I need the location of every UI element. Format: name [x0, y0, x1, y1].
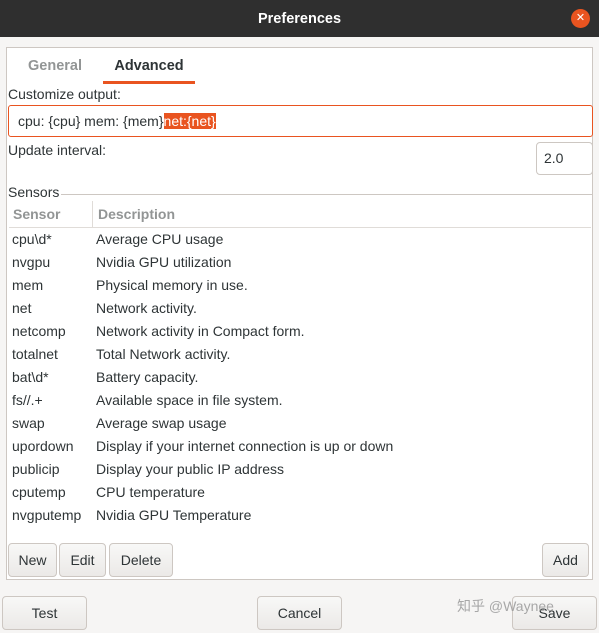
- table-row[interactable]: nvgpu Nvidia GPU utilization: [9, 251, 591, 274]
- sensor-name-cell: net: [12, 300, 32, 316]
- customize-output-label: Customize output:: [8, 86, 121, 102]
- sensor-name-cell: cpu\d*: [12, 231, 52, 247]
- delete-sensor-button[interactable]: Delete: [109, 543, 173, 577]
- add-sensor-button[interactable]: Add: [542, 543, 589, 577]
- sensor-description-cell: Display your public IP address: [96, 461, 285, 477]
- table-row[interactable]: swap Average swap usage: [9, 412, 591, 435]
- sensor-description-cell: Total Network activity.: [96, 346, 231, 362]
- tab-bar: General Advanced: [7, 48, 592, 84]
- table-row[interactable]: bat\d* Battery capacity.: [9, 366, 591, 389]
- watermark: 知乎 @Waynee: [457, 598, 554, 614]
- sensor-description-cell: Nvidia GPU Temperature: [96, 507, 252, 523]
- title-bar: Preferences ✕: [0, 0, 599, 37]
- window-title: Preferences: [257, 10, 342, 27]
- column-header-sensor[interactable]: Sensor: [13, 201, 93, 227]
- tab-advanced[interactable]: Advanced: [103, 48, 195, 84]
- sensor-name-cell: netcomp: [12, 323, 66, 339]
- table-row[interactable]: fs//.+ Available space in file system.: [9, 389, 591, 412]
- tab-general[interactable]: General: [17, 48, 93, 84]
- table-row[interactable]: nvgputemp Nvidia GPU Temperature: [9, 504, 591, 527]
- sensor-description-cell: Display if your internet connection is u…: [96, 438, 394, 454]
- update-interval-label: Update interval:: [8, 142, 107, 158]
- sensor-description-cell: Battery capacity.: [96, 369, 199, 385]
- sensor-description-cell: Network activity.: [96, 300, 197, 316]
- sensor-name-cell: swap: [12, 415, 45, 431]
- table-row[interactable]: cpu\d* Average CPU usage: [9, 228, 591, 251]
- customize-output-input[interactable]: cpu: {cpu} mem: {mem}net:{net}: [8, 105, 593, 137]
- sensor-name-cell: nvgpu: [12, 254, 51, 270]
- sensor-name-cell: nvgputemp: [12, 507, 82, 523]
- preferences-panel: General Advanced Customize output: cpu: …: [6, 47, 593, 580]
- sensor-description-cell: Average CPU usage: [96, 231, 224, 247]
- output-selected-text: net:{net}: [163, 113, 216, 129]
- sensor-name-cell: upordown: [12, 438, 74, 454]
- sensor-description-cell: Nvidia GPU utilization: [96, 254, 232, 270]
- sensors-rows: cpu\d* Average CPU usage nvgpu Nvidia GPU u…: [9, 228, 591, 527]
- sensor-name-cell: cputemp: [12, 484, 66, 500]
- table-row[interactable]: netcomp Network activity in Compact form.: [9, 320, 591, 343]
- sensor-description-cell: Physical memory in use.: [96, 277, 248, 293]
- new-sensor-button[interactable]: New: [8, 543, 57, 577]
- test-button[interactable]: Test: [2, 596, 87, 630]
- close-icon[interactable]: ✕: [571, 9, 590, 28]
- table-row[interactable]: cputemp CPU temperature: [9, 481, 591, 504]
- sensor-name-cell: bat\d*: [12, 369, 49, 385]
- column-header-description[interactable]: Description: [98, 201, 175, 227]
- sensor-description-cell: Average swap usage: [96, 415, 227, 431]
- sensor-description-cell: Network activity in Compact form.: [96, 323, 305, 339]
- sensor-name-cell: totalnet: [12, 346, 58, 362]
- update-interval-input[interactable]: 2.0: [536, 142, 593, 175]
- sensor-name-cell: mem: [12, 277, 44, 293]
- sensor-name-cell: fs//.+: [12, 392, 43, 408]
- cancel-button[interactable]: Cancel: [257, 596, 342, 630]
- sensor-description-cell: Available space in file system.: [96, 392, 283, 408]
- edit-sensor-button[interactable]: Edit: [59, 543, 106, 577]
- table-row[interactable]: upordown Display if your internet connect…: [9, 435, 591, 458]
- table-row[interactable]: mem Physical memory in use.: [9, 274, 591, 297]
- sensor-description-cell: CPU temperature: [96, 484, 205, 500]
- table-row[interactable]: totalnet Total Network activity.: [9, 343, 591, 366]
- table-row[interactable]: publicip Display your public IP address: [9, 458, 591, 481]
- table-row[interactable]: net Network activity.: [9, 297, 591, 320]
- sensors-label: Sensors: [8, 184, 62, 200]
- sensor-name-cell: publicip: [12, 461, 60, 477]
- output-text: cpu: {cpu} mem: {mem}: [18, 113, 164, 129]
